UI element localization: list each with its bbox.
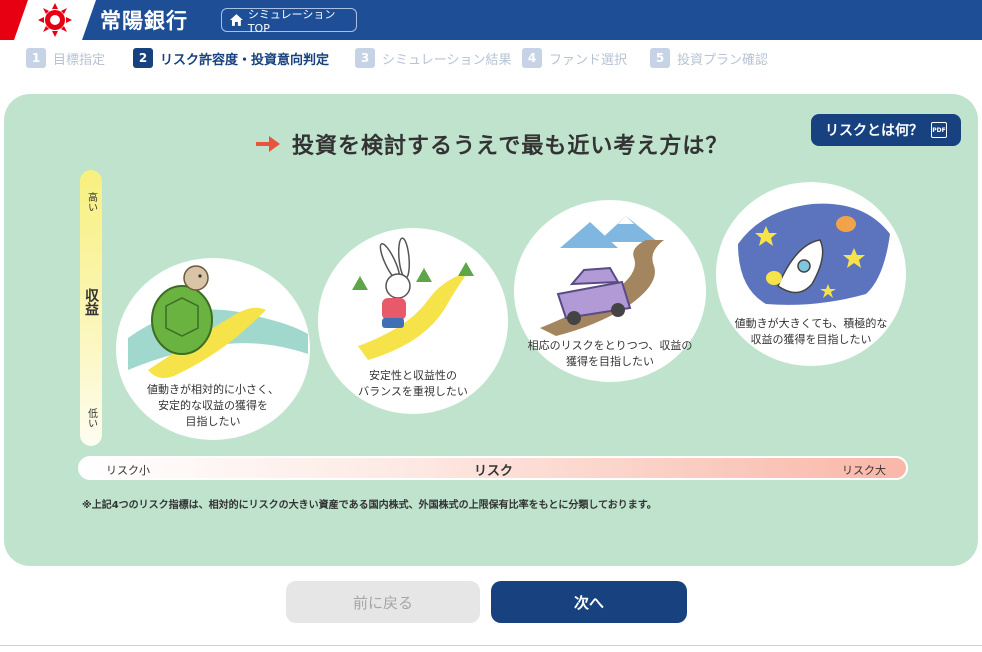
step-number: 4 xyxy=(522,48,542,68)
option-moderate-risk[interactable]: 相応のリスクをとりつつ、収益の 獲得を目指したい xyxy=(514,200,706,382)
step-label: ファンド選択 xyxy=(549,52,628,68)
footer-divider xyxy=(0,645,982,646)
step-label: シミュレーション結果 xyxy=(382,52,512,68)
risk-axis: リスク小 リスク リスク大 xyxy=(78,456,908,480)
app-header: 常陽銀行 シミュレーションTOP xyxy=(0,0,982,40)
option-high-risk[interactable]: 値動きが大きくても、積極的な 収益の獲得を目指したい xyxy=(716,182,906,366)
step-label: 目標指定 xyxy=(53,52,106,68)
return-high-label: 高い xyxy=(85,192,97,212)
option-low-risk[interactable]: 値動きが相対的に小さく、 安定的な収益の獲得を 目指したい xyxy=(116,258,310,440)
return-axis-label: 収益 xyxy=(83,288,99,316)
bank-logo xyxy=(0,0,96,40)
step-2: 2 リスク許容度・投資意向判定 xyxy=(133,47,329,69)
option-text: 値動きが相対的に小さく、 安定的な収益の獲得を 目指したい xyxy=(147,383,279,428)
step-4: 4 ファンド選択 xyxy=(522,47,627,69)
option-text: 値動きが大きくても、積極的な 収益の獲得を目指したい xyxy=(734,317,888,346)
risk-note: ※上記4つのリスク指標は、相対的にリスクの大きい資産である国内株式、外国株式の上… xyxy=(82,500,657,511)
step-number: 5 xyxy=(650,48,670,68)
what-is-risk-button[interactable]: リスクとは何？ PDF xyxy=(811,114,961,146)
step-3: 3 シミュレーション結果 xyxy=(355,47,511,69)
option-text: 安定性と収益性の バランスを重視したい xyxy=(358,369,468,398)
home-icon xyxy=(230,14,243,26)
simulation-top-label: シミュレーションTOP xyxy=(247,7,336,35)
next-button[interactable]: 次へ xyxy=(491,581,687,623)
step-number: 2 xyxy=(133,48,153,68)
step-number: 1 xyxy=(26,48,46,68)
step-number: 3 xyxy=(355,48,375,68)
brand-name: 常陽銀行 xyxy=(100,9,188,33)
what-is-risk-label: リスクとは何？ xyxy=(825,123,923,139)
risk-axis-label: リスク xyxy=(474,464,514,479)
step-indicator: 1 目標指定 2 リスク許容度・投資意向判定 3 シミュレーション結果 4 ファ… xyxy=(0,40,982,76)
step-1: 1 目標指定 xyxy=(26,47,105,69)
return-axis: 高い 収益 低い xyxy=(80,170,102,446)
risk-high-label: リスク大 xyxy=(842,464,886,477)
risk-low-label: リスク小 xyxy=(106,464,150,477)
right-arrow-icon xyxy=(256,136,280,152)
step-5: 5 投資プラン確認 xyxy=(650,47,768,69)
pdf-icon: PDF xyxy=(931,122,947,138)
back-button[interactable]: 前に戻る xyxy=(286,581,480,623)
step-label: リスク許容度・投資意向判定 xyxy=(160,52,330,68)
question-title: 投資を検討するうえで最も近い考え方は？ xyxy=(256,128,728,160)
option-balanced[interactable]: 安定性と収益性の バランスを重視したい xyxy=(318,228,508,414)
return-low-label: 低い xyxy=(85,408,97,428)
question-text: 投資を検討するうえで最も近い考え方は？ xyxy=(292,134,729,159)
simulation-top-button[interactable]: シミュレーションTOP xyxy=(221,7,357,35)
option-text: 相応のリスクをとりつつ、収益の 獲得を目指したい xyxy=(527,339,693,368)
step-label: 投資プラン確認 xyxy=(677,52,769,68)
